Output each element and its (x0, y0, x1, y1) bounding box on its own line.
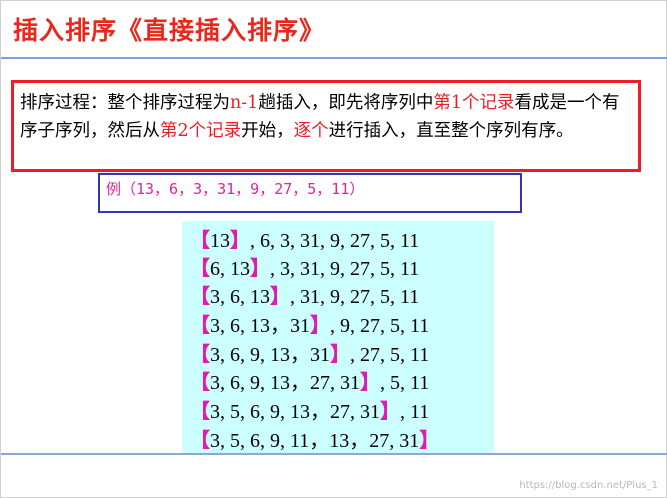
open-bracket: 【 (190, 258, 210, 280)
unsorted-part: , 27, 5, 11 (350, 344, 430, 366)
close-bracket: 】 (230, 230, 250, 252)
unsorted-part: , 11 (400, 401, 430, 423)
open-bracket: 【 (190, 344, 210, 366)
desc-highlight: 第1个记录 (433, 93, 515, 113)
footer-divider (1, 453, 667, 455)
unsorted-part: , 6, 3, 31, 9, 27, 5, 11 (250, 230, 420, 252)
sort-step-row: 【3, 5, 6, 9, 13，27, 31】, 11 (190, 395, 430, 423)
desc-highlight: 第2个记录 (160, 121, 242, 141)
sorted-part: 3, 5, 6, 9, 11，13，27, 31 (210, 430, 420, 452)
example-text: 例（13，6，3，31，9，27，5，11） (106, 180, 365, 198)
desc-text: 进行插入，直至整个序列有序。 (328, 121, 574, 141)
unsorted-part: , 9, 27, 5, 11 (330, 315, 430, 337)
open-bracket: 【 (190, 372, 210, 394)
sort-step-row: 【13】, 6, 3, 31, 9, 27, 5, 11 (190, 224, 420, 252)
sorted-part: 3, 6, 13 (210, 286, 270, 308)
sorted-part: 3, 6, 9, 13，27, 31 (210, 372, 360, 394)
sorted-part: 13 (210, 230, 230, 252)
close-bracket: 】 (250, 258, 270, 280)
sort-step-row: 【3, 5, 6, 9, 11，13，27, 31】 (190, 424, 440, 452)
sort-step-row: 【3, 6, 13，31】, 9, 27, 5, 11 (190, 309, 430, 337)
desc-text: 趟插入，即先将序列中 (258, 93, 434, 113)
open-bracket: 【 (190, 230, 210, 252)
slide-title: 插入排序《直接插入排序》 (13, 16, 326, 45)
open-bracket: 【 (190, 430, 210, 452)
close-bracket: 】 (360, 372, 380, 394)
unsorted-part: , 5, 11 (380, 372, 430, 394)
sort-step-row: 【6, 13】, 3, 31, 9, 27, 5, 11 (190, 252, 420, 280)
close-bracket: 】 (270, 286, 290, 308)
sort-steps-panel: 【13】, 6, 3, 31, 9, 27, 5, 11 【6, 13】, 3,… (182, 221, 494, 453)
desc-text: 排序过程：整个排序过程为 (20, 93, 230, 113)
sort-step-row: 【3, 6, 13】, 31, 9, 27, 5, 11 (190, 280, 420, 308)
sort-step-row: 【3, 6, 9, 13，27, 31】, 5, 11 (190, 366, 430, 394)
sorted-part: 6, 13 (210, 258, 250, 280)
desc-highlight: 逐个 (293, 121, 329, 141)
desc-highlight: n-1 (230, 93, 259, 113)
desc-text: 开始， (241, 121, 294, 141)
sort-step-row: 【3, 6, 9, 13，31】, 27, 5, 11 (190, 338, 430, 366)
title-divider (1, 57, 667, 59)
sorted-part: 3, 6, 13，31 (210, 315, 310, 337)
open-bracket: 【 (190, 315, 210, 337)
sorted-part: 3, 6, 9, 13，31 (210, 344, 330, 366)
close-bracket: 】 (330, 344, 350, 366)
example-box: 例（13，6，3，31，9，27，5，11） (98, 173, 522, 213)
close-bracket: 】 (380, 401, 400, 423)
open-bracket: 【 (190, 286, 210, 308)
unsorted-part: , 3, 31, 9, 27, 5, 11 (270, 258, 420, 280)
unsorted-part: , 31, 9, 27, 5, 11 (290, 286, 420, 308)
slide: 插入排序《直接插入排序》 排序过程：整个排序过程为n-1趟插入，即先将序列中第1… (0, 0, 667, 498)
close-bracket: 】 (310, 315, 330, 337)
sorted-part: 3, 5, 6, 9, 13，27, 31 (210, 401, 380, 423)
watermark: https://blog.csdn.net/Plus_1 (519, 480, 658, 491)
close-bracket: 】 (419, 430, 440, 452)
open-bracket: 【 (190, 401, 210, 423)
description-box: 排序过程：整个排序过程为n-1趟插入，即先将序列中第1个记录看成是一个有序子序列… (11, 80, 641, 172)
